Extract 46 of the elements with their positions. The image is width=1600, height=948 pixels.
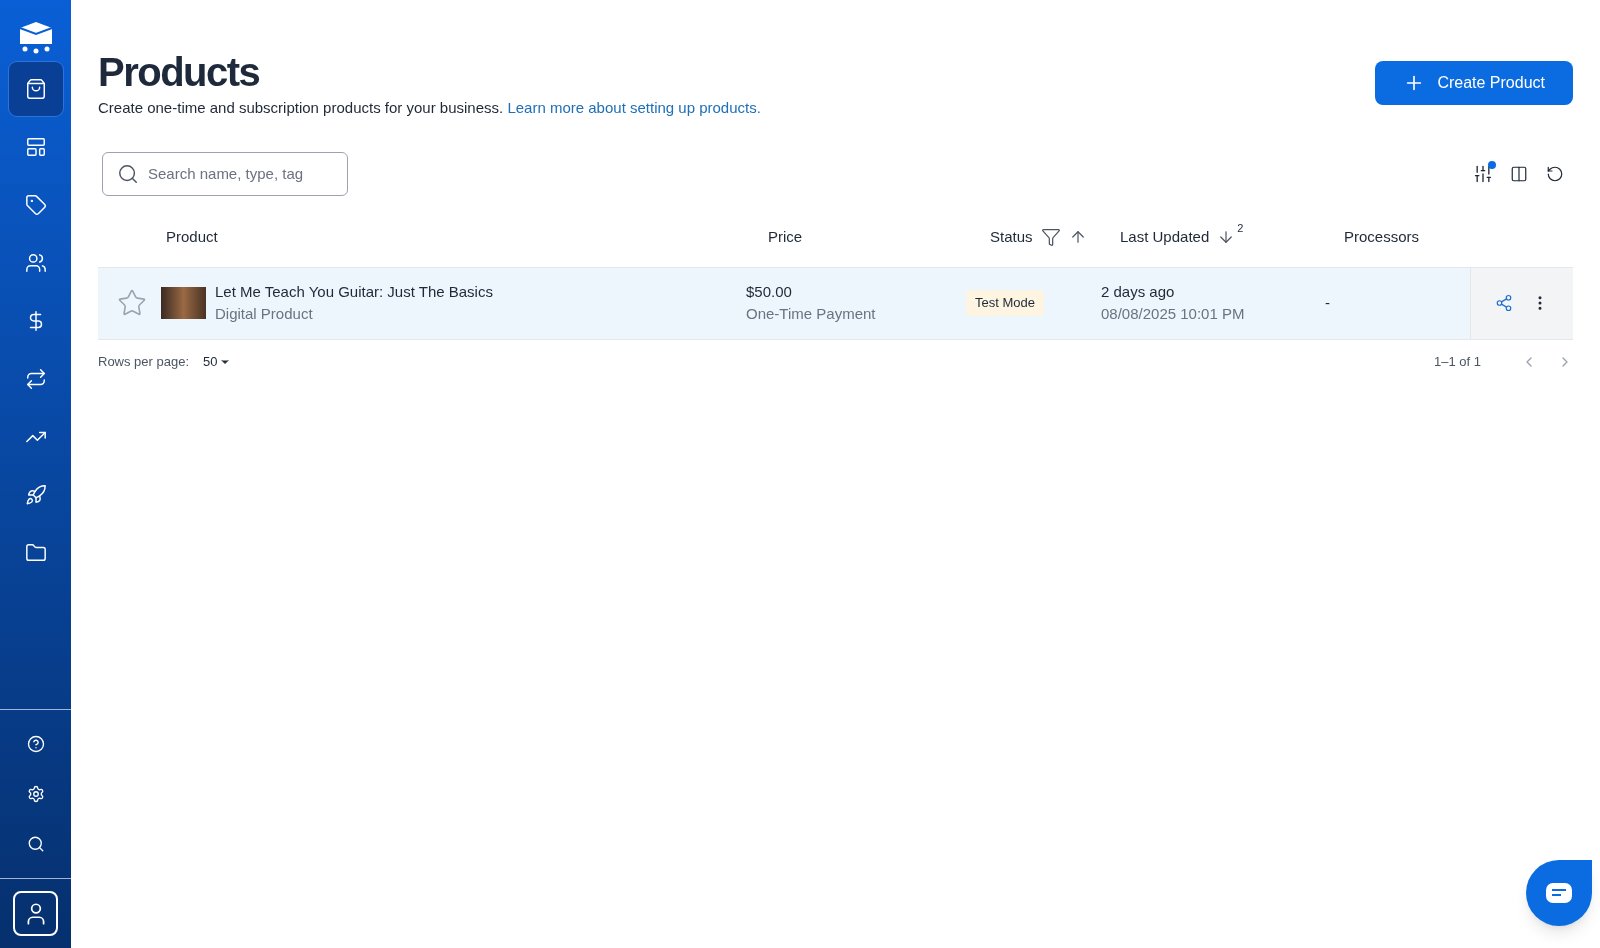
search-icon <box>117 162 139 185</box>
status-badge: Test Mode <box>966 290 1044 316</box>
shopping-bag-icon <box>24 78 47 100</box>
settings-icon <box>26 785 45 803</box>
updated-relative: 2 days ago <box>1101 282 1176 302</box>
profile-button[interactable] <box>13 891 58 936</box>
processors-cell-text: - <box>1325 292 1331 313</box>
column-header[interactable]: Price <box>768 225 803 249</box>
share-icon[interactable] <box>1495 294 1513 312</box>
create-product-button[interactable]: Create Product <box>1375 61 1573 105</box>
reset-icon <box>1546 164 1564 183</box>
updated-date: 08/08/2025 10:01 PM <box>1101 304 1246 324</box>
column-header[interactable]: Last Updated <box>1120 225 1210 249</box>
payment-type: One-Time Payment <box>746 304 877 324</box>
tag-icon <box>24 194 47 216</box>
product-type: Digital Product <box>215 304 314 324</box>
columns-icon <box>1510 164 1528 183</box>
star-icon[interactable] <box>117 288 147 318</box>
sliders-icon <box>1473 163 1493 184</box>
page-title: Products <box>98 49 261 96</box>
folder-icon <box>24 542 47 564</box>
column-header[interactable]: Status <box>990 225 1033 249</box>
help-icon <box>26 735 45 753</box>
page-description: Create one-time and subscription products for your business. Learn more about setting up products. <box>98 98 761 118</box>
filter-icon[interactable] <box>1040 227 1061 247</box>
pagination-range: 1–1 of 1 <box>1434 352 1481 371</box>
column-header[interactable]: Processors <box>1344 225 1420 249</box>
learn-more-link[interactable]: Learn more about setting up products. <box>507 99 761 116</box>
search-icon <box>26 835 45 853</box>
rocket-icon <box>24 484 47 506</box>
chat-button[interactable] <box>1526 860 1592 926</box>
chat-icon <box>1546 883 1572 903</box>
repeat-icon <box>24 368 47 390</box>
filter-settings-button[interactable] <box>1472 162 1494 185</box>
product-name: Let Me Teach You Guitar: Just The Basics <box>215 282 493 302</box>
column-header[interactable]: Product <box>166 225 218 249</box>
rows-per-page-select[interactable]: 50 <box>203 351 231 372</box>
layout-icon <box>24 136 47 158</box>
sort-order: 2 <box>1237 220 1244 236</box>
photo-placeholder <box>161 287 206 319</box>
rows-per-page-label: Rows per page: <box>98 352 190 371</box>
sidebar-item[interactable] <box>8 62 63 116</box>
users-icon <box>24 252 47 274</box>
table-row[interactable]: Let Me Teach You Guitar: Just The Basics Digital Product $50.00 One-Time Payment Test Mode 2 days ago 08/08/2025 10:01 PM - <box>98 267 1573 340</box>
price: $50.00 <box>746 282 793 302</box>
search-field[interactable]: Search name, type, tag <box>102 151 348 196</box>
